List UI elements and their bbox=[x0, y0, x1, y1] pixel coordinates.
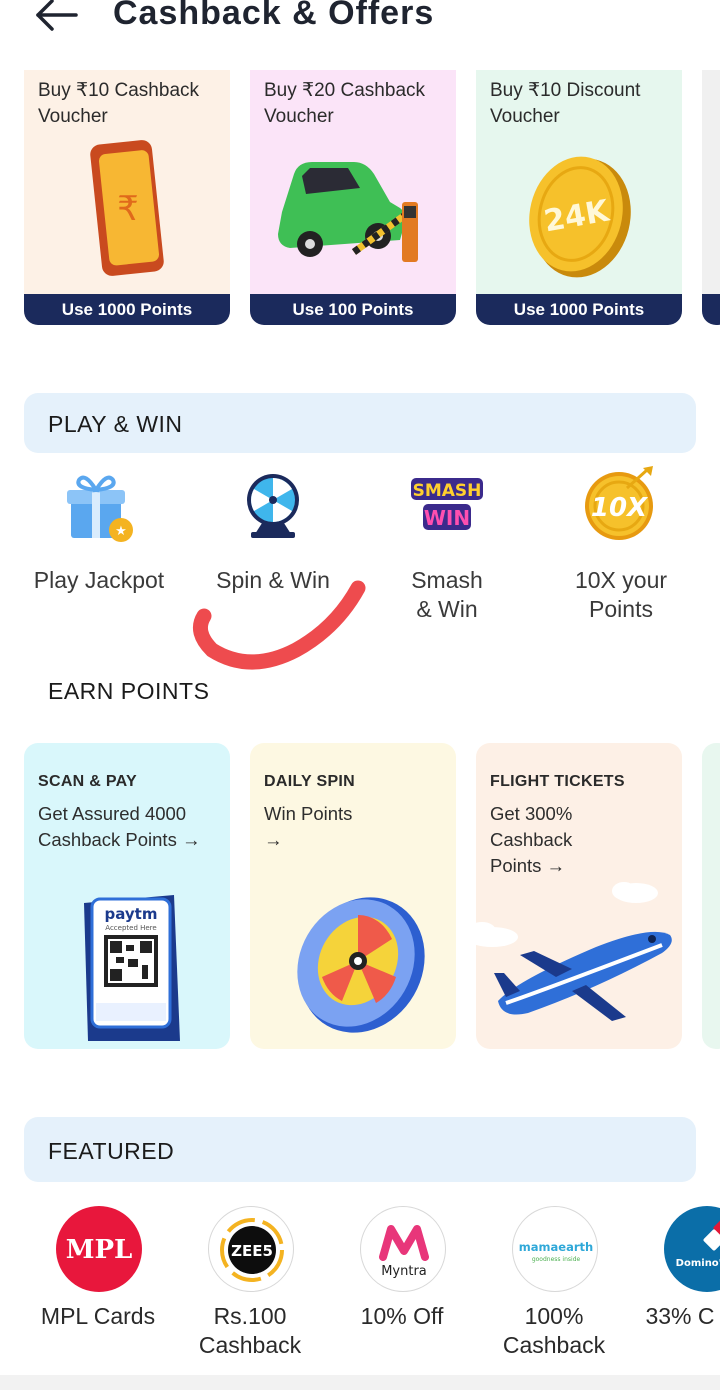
card-description: Get 300% Cashback Points → bbox=[490, 803, 573, 876]
card-description: Win Points → bbox=[264, 803, 353, 850]
featured-mamaearth[interactable]: mamaearth goodness inside 100% Cashback bbox=[478, 1206, 630, 1358]
mamaearth-logo-text: mamaearth bbox=[519, 1240, 593, 1254]
bottom-divider bbox=[0, 1375, 720, 1390]
voucher-title: Buy ₹20 Cashback Voucher bbox=[264, 80, 426, 127]
mpl-logo-text: MPL bbox=[66, 1235, 133, 1265]
featured-label: MPL Cards bbox=[40, 1303, 156, 1329]
car-toll-icon bbox=[278, 162, 418, 262]
qr-caption: Accepted Here bbox=[105, 924, 156, 932]
voucher-title: Buy ₹10 Cashback Voucher bbox=[38, 80, 200, 127]
daily-spin-card[interactable]: DAILY SPIN Win Points → bbox=[250, 743, 456, 1049]
myntra-logo-icon: Myntra bbox=[360, 1206, 446, 1292]
featured-label: Rs.100 Cashback bbox=[198, 1303, 302, 1358]
win-logo-text: WIN bbox=[424, 506, 470, 530]
featured-zee5[interactable]: ZEE5 Rs.100 Cashback bbox=[174, 1206, 326, 1358]
zee5-logo-icon: ZEE5 bbox=[208, 1206, 294, 1292]
voucher-title: Buy ₹10 Discount Voucher bbox=[490, 80, 641, 127]
voucher-card-cashback-10[interactable]: Buy ₹10 Cashback Voucher ₹ Use 1000 Poin… bbox=[24, 70, 230, 325]
mamaearth-logo-icon: mamaearth goodness inside bbox=[512, 1206, 598, 1292]
scan-pay-card[interactable]: SCAN & PAY Get Assured 4000 Cashback Poi… bbox=[24, 743, 230, 1049]
svg-text:★: ★ bbox=[115, 524, 127, 539]
page-title: Cashback & Offers bbox=[113, 0, 435, 32]
back-button[interactable] bbox=[34, 0, 80, 32]
coin-label: 10X bbox=[591, 493, 649, 523]
card-description: Get Assured 4000 Cashback Points → bbox=[38, 803, 201, 850]
10x-points-label: 10X your Points bbox=[574, 567, 668, 622]
use-points-button[interactable]: Use 100 Points bbox=[250, 294, 456, 325]
back-arrow-icon bbox=[36, 0, 78, 31]
featured-dominos[interactable]: Domino's Pizza 33% C bbox=[630, 1206, 720, 1356]
gift-icon: ★ bbox=[67, 475, 133, 542]
spin-wheel-icon bbox=[297, 897, 425, 1033]
earn-points-title: EARN POINTS bbox=[48, 678, 210, 704]
phone-rupee-icon: ₹ bbox=[90, 140, 164, 276]
10x-coin-icon: 10X bbox=[585, 466, 653, 540]
play-jackpot-label: Play Jackpot bbox=[33, 567, 165, 593]
card-tag: FLIGHT TICKETS bbox=[490, 773, 625, 790]
section-title: FEATURED bbox=[48, 1138, 175, 1164]
play-jackpot-button[interactable]: ★ Play Jackpot bbox=[14, 466, 184, 636]
play-win-section-header: PLAY & WIN bbox=[24, 393, 696, 453]
featured-label: 100% Cashback bbox=[502, 1303, 606, 1358]
dominos-logo-icon: Domino's Pizza bbox=[664, 1206, 720, 1292]
myntra-logo-text: Myntra bbox=[381, 1264, 427, 1279]
smash-win-icon: SMASH WIN bbox=[411, 478, 483, 530]
voucher-card-partial[interactable] bbox=[702, 70, 720, 325]
featured-mpl[interactable]: MPL MPL Cards bbox=[22, 1206, 174, 1356]
use-points-button[interactable] bbox=[702, 294, 720, 325]
airplane-icon bbox=[476, 882, 672, 1021]
spin-wheel-icon bbox=[247, 474, 299, 538]
10x-points-button[interactable]: 10X 10X your Points bbox=[536, 466, 706, 636]
smash-win-button[interactable]: SMASH WIN Smash & Win bbox=[362, 466, 532, 636]
red-annotation-mark bbox=[192, 580, 366, 670]
card-tag: DAILY SPIN bbox=[264, 773, 356, 790]
gold-coin-icon: 24K bbox=[529, 156, 631, 278]
use-points-button[interactable]: Use 1000 Points bbox=[476, 294, 682, 325]
app-header: Cashback & Offers bbox=[0, 0, 720, 40]
featured-label: 33% C bbox=[645, 1303, 715, 1329]
zee5-logo-text: ZEE5 bbox=[231, 1242, 273, 1260]
earn-card-partial[interactable] bbox=[702, 743, 720, 1049]
smash-logo-text: SMASH bbox=[413, 481, 482, 501]
featured-section-header: FEATURED bbox=[24, 1117, 696, 1182]
voucher-carousel[interactable]: Buy ₹10 Cashback Voucher ₹ Use 1000 Poin… bbox=[24, 70, 720, 326]
dominos-logo-text: Domino's Pizza bbox=[676, 1258, 720, 1269]
featured-myntra[interactable]: Myntra 10% Off bbox=[326, 1206, 478, 1356]
voucher-card-cashback-20[interactable]: Buy ₹20 Cashback Voucher Use 100 Points bbox=[250, 70, 456, 325]
paytm-qr-stand-icon: paytm Accepted Here bbox=[84, 895, 180, 1041]
svg-text:₹: ₹ bbox=[117, 189, 139, 229]
mamaearth-logo-sub: goodness inside bbox=[532, 1256, 581, 1263]
mpl-logo-icon: MPL bbox=[56, 1206, 142, 1292]
smash-win-label: Smash & Win bbox=[411, 567, 483, 622]
voucher-card-discount-10[interactable]: Buy ₹10 Discount Voucher 24K Use 1000 Po… bbox=[476, 70, 682, 325]
featured-label: 10% Off bbox=[360, 1303, 444, 1329]
card-tag: SCAN & PAY bbox=[38, 773, 138, 790]
flight-tickets-card[interactable]: FLIGHT TICKETS Get 300% Cashback Points … bbox=[476, 743, 682, 1049]
use-points-button[interactable]: Use 1000 Points bbox=[24, 294, 230, 325]
paytm-brand-text: paytm bbox=[105, 905, 158, 923]
section-title: PLAY & WIN bbox=[48, 411, 183, 437]
